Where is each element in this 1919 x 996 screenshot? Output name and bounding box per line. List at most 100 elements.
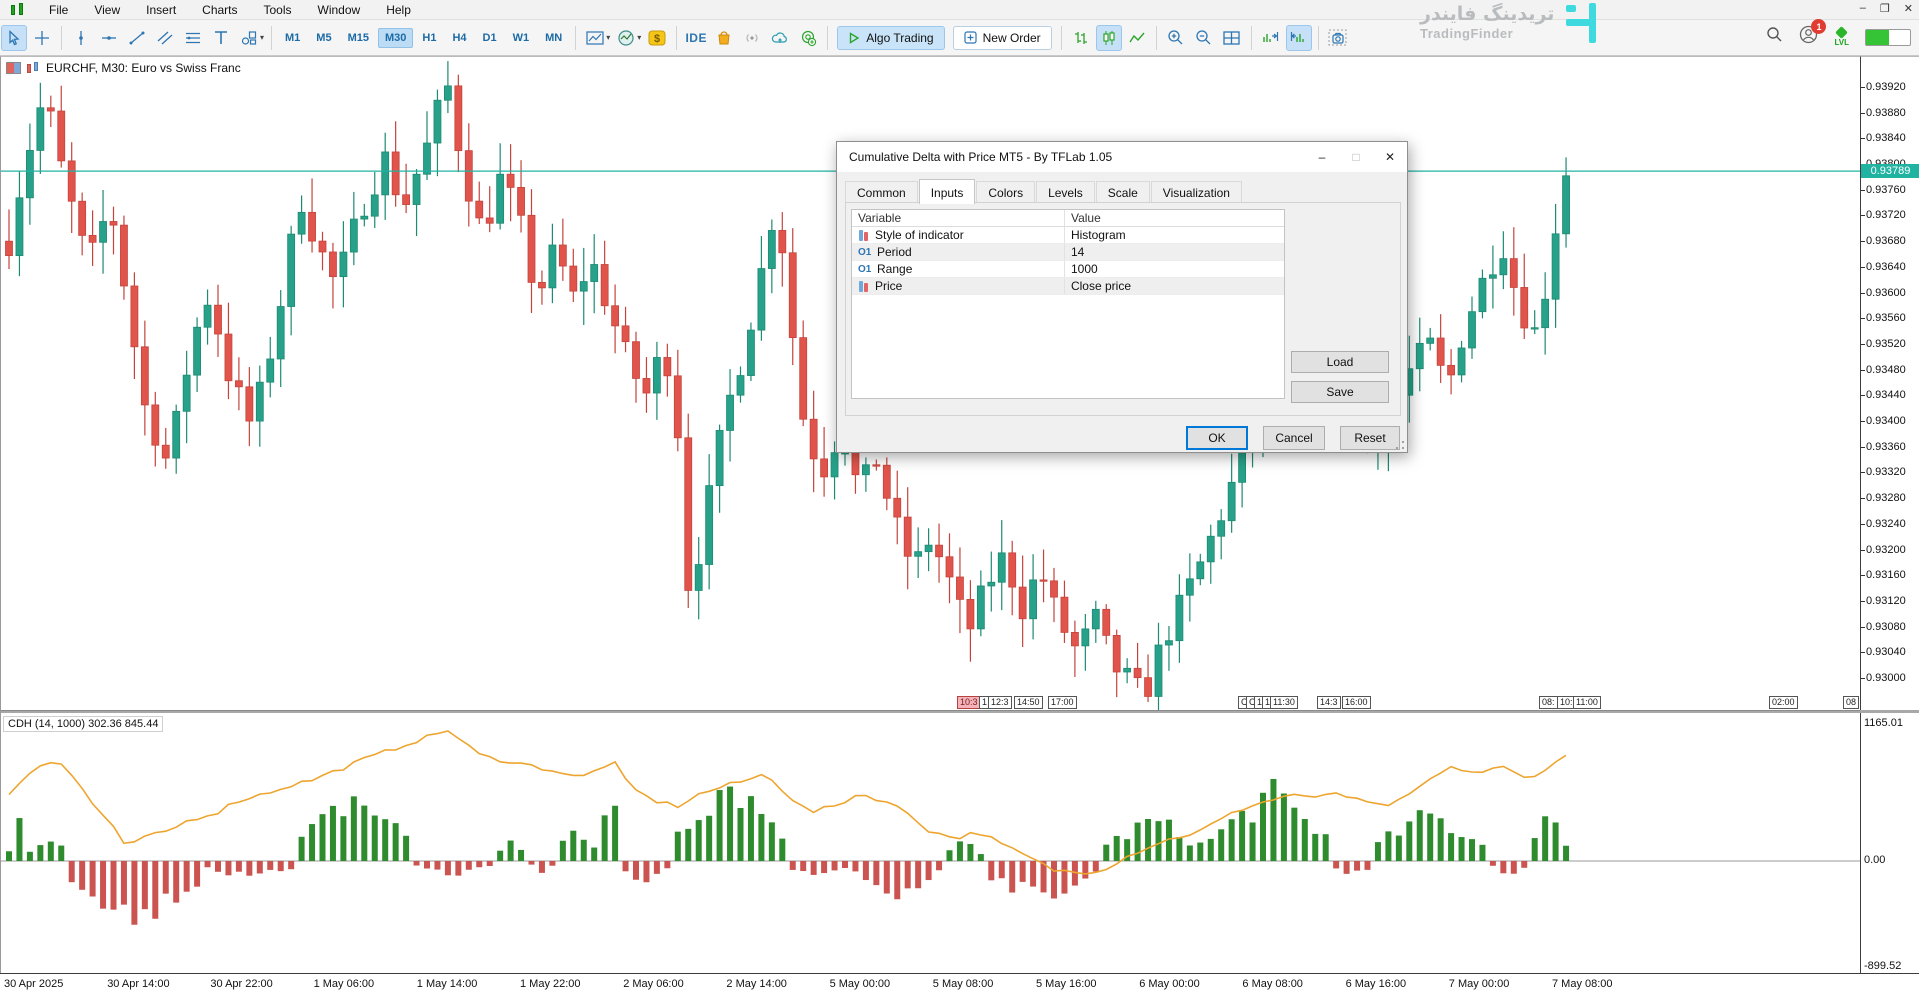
table-row-price[interactable]: Price Close price	[852, 278, 1284, 295]
menu-insert[interactable]: Insert	[133, 1, 189, 19]
resize-grip[interactable]	[1395, 440, 1405, 450]
bar-chart-mode-icon[interactable]	[1068, 25, 1094, 51]
profile-icon[interactable]: 1	[1799, 25, 1818, 49]
window-close-icon[interactable]: ✕	[1904, 2, 1913, 15]
new-order-button[interactable]: New Order	[953, 26, 1052, 50]
timeframe-w1[interactable]: W1	[506, 28, 537, 48]
text-tool-icon[interactable]	[208, 25, 234, 51]
time-tag: 10:3	[957, 696, 981, 709]
zoom-in-icon[interactable]	[1163, 25, 1189, 51]
price-tick: 0.93120	[1866, 595, 1906, 607]
time-tick: 6 May 08:00	[1242, 978, 1303, 990]
menu-charts[interactable]: Charts	[189, 1, 250, 19]
shapes-tool-icon[interactable]	[236, 25, 262, 51]
symbol-title: EURCHF, M30: Euro vs Swiss Franc	[46, 61, 241, 75]
svg-text:$: $	[654, 33, 660, 45]
price-tick: 0.93680	[1866, 235, 1906, 247]
dialog-close-icon[interactable]: ✕	[1373, 143, 1407, 171]
scale-divider	[1860, 710, 1919, 713]
level-icon[interactable]: LVL	[1834, 28, 1849, 47]
algo-trading-button[interactable]: Algo Trading	[837, 26, 944, 50]
timeframe-h1[interactable]: H1	[415, 28, 443, 48]
time-tag: 12:3	[988, 696, 1012, 709]
timeframe-m1[interactable]: M1	[278, 28, 307, 48]
price-tick: 0.93520	[1866, 338, 1906, 350]
dialog-minimize-icon[interactable]: –	[1305, 143, 1339, 171]
connection-toggle[interactable]	[1865, 29, 1911, 46]
fibonacci-tool-icon[interactable]	[180, 25, 206, 51]
cursor-select-icon[interactable]	[1, 25, 27, 51]
menu-tools[interactable]: Tools	[251, 1, 305, 19]
horizontal-line-tool-icon[interactable]	[96, 25, 122, 51]
indicators-caret[interactable]: ▾	[637, 33, 641, 42]
time-axis[interactable]: 30 Apr 202530 Apr 14:0030 Apr 22:001 May…	[0, 973, 1919, 996]
shapes-dropdown-caret[interactable]: ▾	[260, 33, 264, 42]
timeframe-m5[interactable]: M5	[309, 28, 338, 48]
vertical-line-tool-icon[interactable]	[68, 25, 94, 51]
style-icon	[858, 230, 870, 241]
tile-windows-icon[interactable]	[1219, 25, 1245, 51]
menu-window[interactable]: Window	[305, 1, 374, 19]
price-tick: 0.93200	[1866, 544, 1906, 556]
price-scale[interactable]: 0.939200.938800.938400.938000.937600.937…	[1860, 56, 1919, 973]
menu-file[interactable]: File	[36, 1, 81, 19]
load-button[interactable]: Load	[1291, 351, 1389, 373]
timeframe-d1[interactable]: D1	[476, 28, 504, 48]
vps-icon[interactable]	[795, 25, 821, 51]
candlestick-mode-icon[interactable]	[1096, 25, 1122, 51]
market-bag-icon[interactable]	[711, 25, 737, 51]
time-tick: 5 May 16:00	[1036, 978, 1097, 990]
price-tick: 0.93320	[1866, 466, 1906, 478]
save-button[interactable]: Save	[1291, 381, 1389, 403]
chart-shift-icon[interactable]	[1258, 25, 1284, 51]
currency-icon[interactable]: $	[644, 25, 670, 51]
price-tick: 0.93000	[1866, 672, 1906, 684]
indicators-icon[interactable]	[613, 25, 639, 51]
cancel-button[interactable]: Cancel	[1263, 426, 1325, 450]
price-tick: 0.93760	[1866, 184, 1906, 196]
chart-objects-caret[interactable]: ▾	[606, 33, 610, 42]
window-minimize-icon[interactable]: –	[1860, 2, 1866, 15]
table-row-style[interactable]: Style of indicator Histogram	[852, 227, 1284, 244]
price-tick: 0.93040	[1866, 646, 1906, 658]
timeframe-m30[interactable]: M30	[378, 28, 413, 48]
timeframe-m15[interactable]: M15	[341, 28, 376, 48]
zoom-out-icon[interactable]	[1191, 25, 1217, 51]
auto-scroll-icon[interactable]	[1286, 25, 1312, 51]
current-price-box: 0.93789	[1861, 164, 1919, 178]
candles-mini-icon	[26, 62, 41, 74]
trendline-tool-icon[interactable]	[124, 25, 150, 51]
reset-button[interactable]: Reset	[1340, 426, 1400, 450]
dialog-title-bar[interactable]: Cumulative Delta with Price MT5 - By TFL…	[837, 142, 1407, 172]
time-tick: 30 Apr 14:00	[107, 978, 169, 990]
crosshair-icon[interactable]	[29, 25, 55, 51]
cloud-icon[interactable]	[767, 25, 793, 51]
line-chart-mode-icon[interactable]	[1124, 25, 1150, 51]
timeframe-h4[interactable]: H4	[445, 28, 473, 48]
price-tick: 0.93400	[1866, 415, 1906, 427]
price-tick: 0.93160	[1866, 569, 1906, 581]
signals-icon[interactable]	[739, 25, 765, 51]
screenshot-icon[interactable]	[1325, 25, 1351, 51]
menu-help[interactable]: Help	[373, 1, 424, 19]
price-tick: 0.93280	[1866, 492, 1906, 504]
timeframe-mn[interactable]: MN	[538, 28, 569, 48]
channel-tool-icon[interactable]	[152, 25, 178, 51]
time-tag: 11:00	[1573, 696, 1601, 709]
ok-button[interactable]: OK	[1186, 426, 1248, 450]
price-tick: 0.93240	[1866, 518, 1906, 530]
ide-icon[interactable]: IDE	[683, 25, 709, 51]
cdh-indicator-chart[interactable]	[1, 713, 1861, 974]
table-row-period[interactable]: O1Period 14	[852, 244, 1284, 261]
indicator-properties-dialog: Cumulative Delta with Price MT5 - By TFL…	[836, 141, 1408, 453]
indicator-label: CDH (14, 1000) 302.36 845.44	[3, 716, 163, 732]
window-restore-icon[interactable]: ❐	[1880, 2, 1890, 15]
chart-objects-icon[interactable]	[582, 25, 608, 51]
table-row-range[interactable]: O1Range 1000	[852, 261, 1284, 278]
menu-view[interactable]: View	[81, 1, 133, 19]
tab-inputs[interactable]: Inputs	[919, 179, 976, 204]
time-tag-strip: 10:3112:314:5017:00CC1111:3014:316:0008:…	[1, 696, 1861, 710]
symbol-header: EURCHF, M30: Euro vs Swiss Franc	[6, 61, 241, 75]
search-icon[interactable]	[1766, 26, 1783, 48]
time-tick: 30 Apr 2025	[4, 978, 63, 990]
